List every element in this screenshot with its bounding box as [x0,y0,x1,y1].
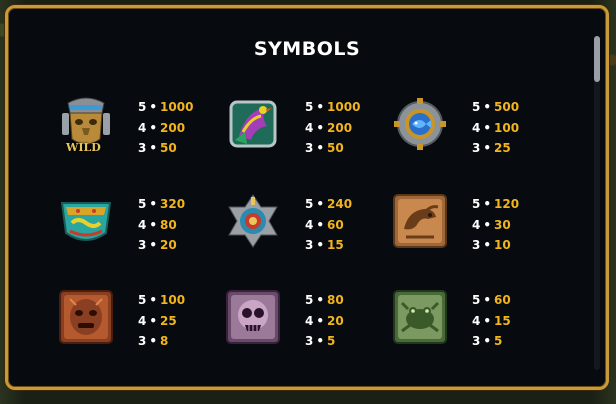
wild-label: WILD [66,141,101,154]
payout-row: 4 • 25 [138,313,177,328]
payout-list: 5 • 1000 4 • 200 3 • 50 [138,97,193,159]
payout-row: 3 • 20 [138,238,177,252]
payout-row: 3 • 8 [138,334,169,348]
wild-mask-icon: WILD [58,96,114,154]
payout-row: 3 • 25 [472,141,511,155]
serpent-shield-icon [58,193,114,249]
payout-row: 3 • 15 [305,238,344,252]
payout-list: 5 • 320 4 • 80 3 • 20 [138,194,185,256]
payout-list: 5 • 80 4 • 20 3 • 5 [305,290,344,352]
scrollbar-thumb[interactable] [594,36,600,82]
payout-list: 5 • 60 4 • 15 3 • 5 [472,290,511,352]
payout-row: 5 • 100 [138,293,186,307]
green-frog-tile-icon [392,289,448,345]
symbol-entry: 5 • 240 4 • 60 3 • 15 [225,193,385,257]
payout-row: 4 • 100 [472,120,520,135]
payout-row: 5 • 1000 [305,100,361,114]
payout-row: 4 • 20 [305,313,344,328]
symbol-entry: 5 • 1000 4 • 200 3 • 50 [225,96,385,160]
payout-row: 4 • 60 [305,217,344,232]
payout-row: 3 • 50 [138,141,177,155]
payout-row: 4 • 200 [138,120,186,135]
symbol-entry: 5 • 120 4 • 30 3 • 10 [392,193,552,257]
payout-row: 5 • 320 [138,197,186,211]
payout-row: 5 • 120 [472,197,520,211]
paytable-panel: SYMBOLS WILD 5 • 1000 4 • 200 3 • 50 5 •… [5,5,609,390]
payout-list: 5 • 500 4 • 100 3 • 25 [472,97,519,159]
quetzal-bird-icon [225,96,281,152]
purple-skull-tile-icon [225,289,281,345]
payout-list: 5 • 120 4 • 30 3 • 10 [472,194,519,256]
symbol-entry: 5 • 500 4 • 100 3 • 25 [392,96,552,160]
symbol-entry: WILD 5 • 1000 4 • 200 3 • 50 [58,96,218,160]
payout-row: 3 • 5 [305,334,336,348]
payout-row: 5 • 1000 [138,100,194,114]
payout-list: 5 • 100 4 • 25 3 • 8 [138,290,185,352]
payout-list: 5 • 1000 4 • 200 3 • 50 [305,97,360,159]
payout-list: 5 • 240 4 • 60 3 • 15 [305,194,352,256]
payout-row: 5 • 80 [305,293,344,307]
payout-row: 3 • 5 [472,334,503,348]
payout-row: 5 • 500 [472,100,520,114]
payout-row: 3 • 50 [305,141,344,155]
payout-row: 3 • 10 [472,238,511,252]
payout-row: 5 • 240 [305,197,353,211]
symbol-entry: 5 • 60 4 • 15 3 • 5 [392,289,552,353]
payout-row: 4 • 80 [138,217,177,232]
symbol-entry: 5 • 100 4 • 25 3 • 8 [58,289,218,353]
sun-calendar-icon [225,193,281,249]
payout-row: 5 • 60 [472,293,511,307]
payout-row: 4 • 200 [305,120,353,135]
fish-medallion-icon [392,96,448,152]
symbol-entry: 5 • 320 4 • 80 3 • 20 [58,193,218,257]
payout-row: 4 • 15 [472,313,511,328]
paytable-title: SYMBOLS [253,38,361,60]
scrollbar[interactable] [594,36,600,370]
symbol-entry: 5 • 80 4 • 20 3 • 5 [225,289,385,353]
payout-row: 4 • 30 [472,217,511,232]
copper-face-tile-icon [58,289,114,345]
eagle-glyph-tile-icon [392,193,448,249]
